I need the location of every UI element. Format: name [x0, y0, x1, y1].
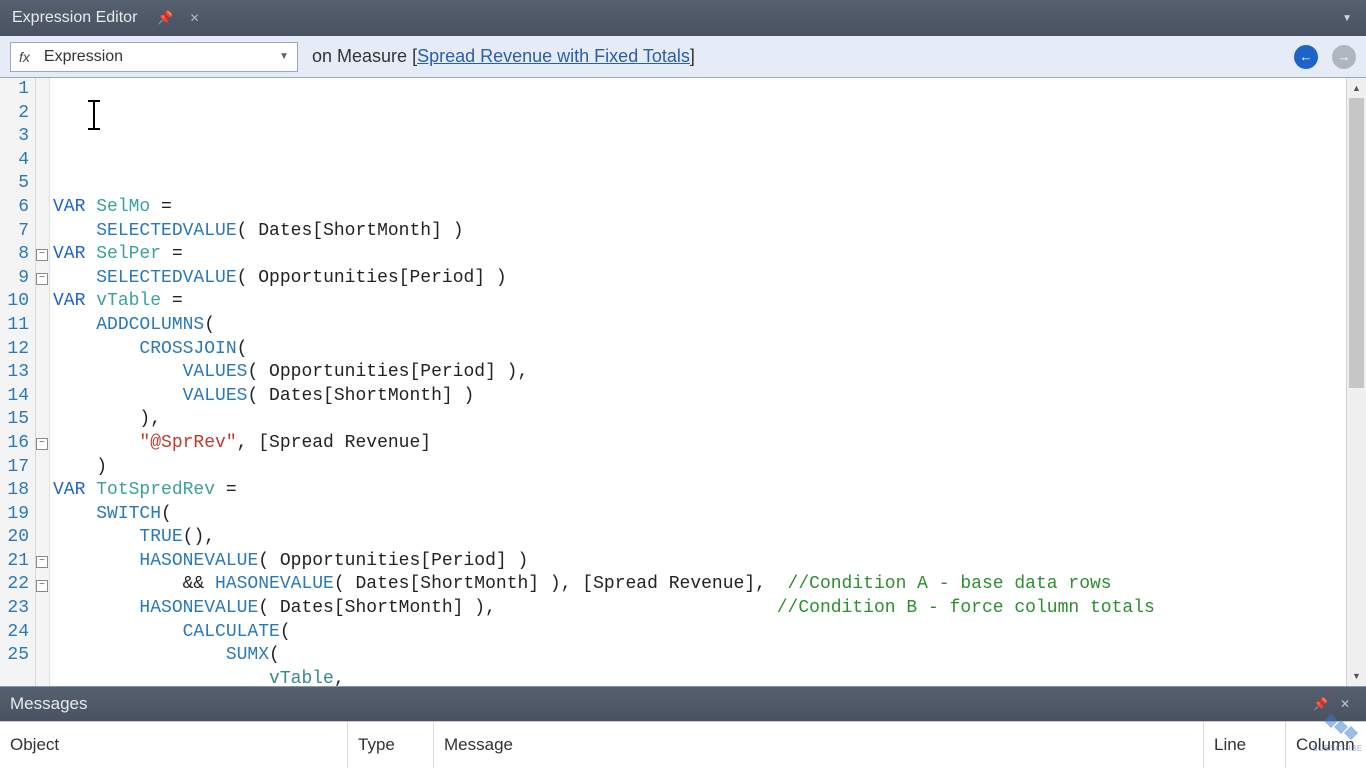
line-number: 7 — [4, 220, 29, 244]
code-line[interactable]: && HASONEVALUE( Dates[ShortMonth] ), [Sp… — [53, 573, 1346, 597]
close-tab-icon[interactable]: ✕ — [182, 11, 208, 25]
code-line[interactable]: VALUES( Dates[ShortMonth] ) — [53, 385, 1346, 409]
line-number: 8 — [4, 243, 29, 267]
column-header-message[interactable]: Message — [434, 722, 1204, 768]
fold-gutter[interactable]: − − − − − — [36, 78, 50, 686]
code-line[interactable]: VAR SelPer = — [53, 243, 1346, 267]
line-number: 4 — [4, 149, 29, 173]
line-number: 25 — [4, 644, 29, 668]
title-bar: Expression Editor 📌 ✕ ▼ — [0, 0, 1366, 36]
scroll-up-icon[interactable]: ▲ — [1347, 78, 1366, 98]
code-line[interactable]: SELECTEDVALUE( Dates[ShortMonth] ) — [53, 220, 1346, 244]
fold-toggle-icon[interactable]: − — [36, 556, 48, 568]
editor-area: 1234567891011121314151617181920212223242… — [0, 78, 1366, 687]
code-line[interactable]: SWITCH( — [53, 503, 1346, 527]
column-header-line[interactable]: Line — [1204, 722, 1286, 768]
column-header-type[interactable]: Type — [348, 722, 434, 768]
context-prefix: on Measure — [312, 46, 412, 66]
line-number-gutter: 1234567891011121314151617181920212223242… — [0, 78, 36, 686]
code-line[interactable]: SUMX( — [53, 644, 1346, 668]
fold-toggle-icon[interactable]: − — [36, 438, 48, 450]
code-content[interactable]: VAR SelMo = SELECTEDVALUE( Dates[ShortMo… — [50, 78, 1346, 686]
line-number: 21 — [4, 550, 29, 574]
code-line[interactable]: SELECTEDVALUE( Opportunities[Period] ) — [53, 267, 1346, 291]
code-line[interactable]: ADDCOLUMNS( — [53, 314, 1346, 338]
code-line[interactable] — [53, 149, 1346, 173]
messages-panel-header: Messages 📌 ✕ — [0, 687, 1366, 721]
line-number: 1 — [4, 78, 29, 102]
code-line[interactable]: HASONEVALUE( Opportunities[Period] ) — [53, 550, 1346, 574]
fold-toggle-icon[interactable]: − — [36, 249, 48, 261]
expression-context: on Measure [Spread Revenue with Fixed To… — [312, 46, 695, 67]
line-number: 10 — [4, 290, 29, 314]
close-icon[interactable]: ✕ — [1334, 697, 1356, 711]
line-number: 14 — [4, 385, 29, 409]
code-line[interactable]: vTable, — [53, 668, 1346, 686]
line-number: 24 — [4, 621, 29, 645]
line-number: 12 — [4, 338, 29, 362]
fold-toggle-icon[interactable]: − — [36, 580, 48, 592]
line-number: 17 — [4, 456, 29, 480]
code-line[interactable]: ), — [53, 408, 1346, 432]
code-line[interactable]: CROSSJOIN( — [53, 338, 1346, 362]
line-number: 23 — [4, 597, 29, 621]
measure-link[interactable]: Spread Revenue with Fixed Totals — [417, 46, 690, 66]
line-number: 22 — [4, 573, 29, 597]
scroll-down-icon[interactable]: ▼ — [1347, 666, 1366, 686]
column-header-object[interactable]: Object — [0, 722, 348, 768]
code-line[interactable] — [53, 172, 1346, 196]
line-number: 18 — [4, 479, 29, 503]
nav-forward-button: → — [1332, 45, 1356, 69]
line-number: 2 — [4, 102, 29, 126]
line-number: 11 — [4, 314, 29, 338]
code-line[interactable]: VAR TotSpredRev = — [53, 479, 1346, 503]
code-line[interactable]: ) — [53, 456, 1346, 480]
line-number: 3 — [4, 125, 29, 149]
code-line[interactable]: VAR SelMo = — [53, 196, 1346, 220]
toolbar: fx Expression ▼ on Measure [Spread Reven… — [0, 36, 1366, 78]
pin-icon[interactable]: 📌 — [149, 10, 181, 26]
fold-toggle-icon[interactable]: − — [36, 273, 48, 285]
line-number: 9 — [4, 267, 29, 291]
code-line[interactable]: TRUE(), — [53, 526, 1346, 550]
expression-selector-value: Expression — [38, 48, 271, 66]
messages-panel-title: Messages — [10, 694, 87, 714]
line-number: 13 — [4, 361, 29, 385]
vertical-scrollbar[interactable]: ▲ ▼ — [1346, 78, 1366, 686]
window-title: Expression Editor — [8, 9, 149, 27]
line-number: 5 — [4, 172, 29, 196]
line-number: 16 — [4, 432, 29, 456]
nav-back-button[interactable]: ← — [1294, 45, 1318, 69]
messages-grid-header: Object Type Message Line Column — [0, 721, 1366, 768]
expression-selector[interactable]: fx Expression ▼ — [10, 42, 298, 72]
code-line[interactable]: CALCULATE( — [53, 621, 1346, 645]
column-header-column[interactable]: Column — [1286, 722, 1366, 768]
text-cursor — [93, 100, 95, 130]
chevron-down-icon[interactable]: ▼ — [271, 51, 297, 62]
window-menu-caret-icon[interactable]: ▼ — [1342, 13, 1358, 24]
code-line[interactable]: "@SprRev", [Spread Revenue] — [53, 432, 1346, 456]
scroll-thumb[interactable] — [1349, 98, 1364, 388]
code-line[interactable]: VALUES( Opportunities[Period] ), — [53, 361, 1346, 385]
fx-icon: fx — [11, 49, 38, 65]
code-line[interactable]: VAR vTable = — [53, 290, 1346, 314]
line-number: 6 — [4, 196, 29, 220]
line-number: 20 — [4, 526, 29, 550]
code-line[interactable]: HASONEVALUE( Dates[ShortMonth] ), //Cond… — [53, 597, 1346, 621]
pin-icon[interactable]: 📌 — [1307, 697, 1334, 711]
line-number: 19 — [4, 503, 29, 527]
line-number: 15 — [4, 408, 29, 432]
code-editor[interactable]: 1234567891011121314151617181920212223242… — [0, 78, 1346, 686]
